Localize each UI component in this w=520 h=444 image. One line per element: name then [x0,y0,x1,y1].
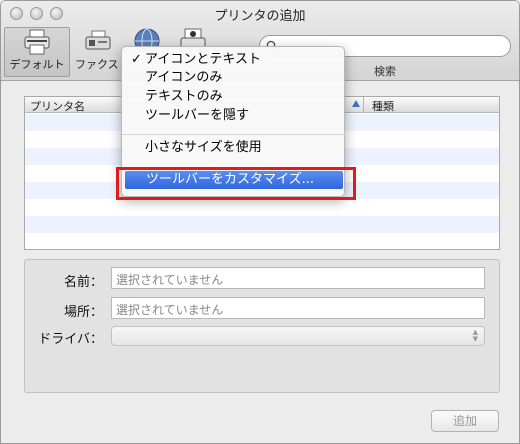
menu-item-text-only[interactable]: テキストのみ [122,88,346,106]
toolbar-fax-label: ファクス [75,58,119,71]
printer-icon [24,29,50,55]
menu-item-label: ツールバーを隠す [145,108,250,123]
name-label: 名前： [63,275,103,290]
menu-item-label: アイコンとテキスト [145,52,261,67]
menu-separator [122,134,346,135]
fax-icon [85,30,111,50]
menu-item-label: 小さなサイズを使用 [145,140,262,155]
menu-item-label: テキストのみ [145,89,223,104]
stepper-arrows-icon: ▲ ▼ [472,328,478,343]
column-printer-name[interactable]: プリンタ名 [30,98,85,114]
add-printer-window: プリンタの追加 デフォルト ファクス 検索 プリンタ名 種類 名前： 選択されて… [0,0,520,444]
highlight-annotation-frame [116,167,356,200]
list-row [25,199,499,216]
toolbar-fax-button[interactable]: ファクス [73,27,123,77]
location-field[interactable]: 選択されていません [111,297,485,319]
sort-ascending-icon [352,100,360,107]
checkmark-icon: ✓ [131,52,142,67]
menu-item-small-size[interactable]: 小さなサイズを使用 [122,139,346,157]
toolbar-default-label: デフォルト [9,58,65,71]
list-row [25,216,499,233]
add-button[interactable]: 追加 [431,410,499,432]
column-kind[interactable]: 種類 [352,97,499,113]
driver-label: ドライバ： [38,332,103,347]
menu-item-hide-toolbar[interactable]: ツールバーを隠す [122,107,346,125]
toolbar-default-button[interactable]: デフォルト [4,27,70,77]
location-label: 場所： [63,305,103,320]
window-title: プリンタの追加 [214,9,306,24]
menu-item-icon-and-text[interactable]: ✓ アイコンとテキスト [122,51,346,69]
menu-item-label: アイコンのみ [145,70,223,85]
driver-select[interactable]: ▲ ▼ [111,326,485,346]
name-field[interactable]: 選択されていません [111,267,485,289]
column-kind-label: 種類 [372,100,394,113]
menu-item-icon-only[interactable]: アイコンのみ [122,69,346,87]
list-row [25,233,499,249]
